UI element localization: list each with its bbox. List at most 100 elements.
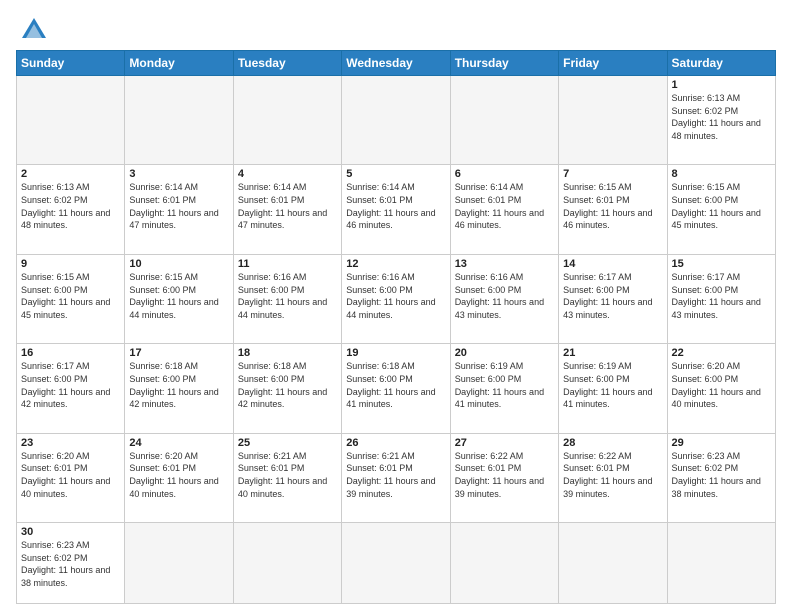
calendar-cell [17, 76, 125, 165]
day-number: 1 [672, 79, 771, 91]
calendar-cell: 10Sunrise: 6:15 AM Sunset: 6:00 PM Dayli… [125, 254, 233, 343]
col-header-monday: Monday [125, 51, 233, 76]
day-info: Sunrise: 6:19 AM Sunset: 6:00 PM Dayligh… [455, 360, 554, 410]
calendar-cell [450, 523, 558, 604]
day-info: Sunrise: 6:14 AM Sunset: 6:01 PM Dayligh… [129, 181, 228, 231]
day-info: Sunrise: 6:17 AM Sunset: 6:00 PM Dayligh… [563, 271, 662, 321]
day-info: Sunrise: 6:19 AM Sunset: 6:00 PM Dayligh… [563, 360, 662, 410]
calendar-table: SundayMondayTuesdayWednesdayThursdayFrid… [16, 50, 776, 604]
day-number: 6 [455, 168, 554, 180]
calendar-cell [342, 523, 450, 604]
col-header-thursday: Thursday [450, 51, 558, 76]
col-header-wednesday: Wednesday [342, 51, 450, 76]
calendar-cell: 2Sunrise: 6:13 AM Sunset: 6:02 PM Daylig… [17, 165, 125, 254]
day-info: Sunrise: 6:15 AM Sunset: 6:00 PM Dayligh… [21, 271, 120, 321]
calendar-cell: 27Sunrise: 6:22 AM Sunset: 6:01 PM Dayli… [450, 433, 558, 522]
day-info: Sunrise: 6:20 AM Sunset: 6:01 PM Dayligh… [21, 450, 120, 500]
day-number: 29 [672, 437, 771, 449]
day-number: 11 [238, 258, 337, 270]
day-number: 9 [21, 258, 120, 270]
day-info: Sunrise: 6:13 AM Sunset: 6:02 PM Dayligh… [672, 92, 771, 142]
day-number: 18 [238, 347, 337, 359]
calendar-week-row: 1Sunrise: 6:13 AM Sunset: 6:02 PM Daylig… [17, 76, 776, 165]
day-info: Sunrise: 6:14 AM Sunset: 6:01 PM Dayligh… [238, 181, 337, 231]
day-number: 2 [21, 168, 120, 180]
calendar-week-row: 2Sunrise: 6:13 AM Sunset: 6:02 PM Daylig… [17, 165, 776, 254]
day-info: Sunrise: 6:23 AM Sunset: 6:02 PM Dayligh… [672, 450, 771, 500]
calendar-cell: 8Sunrise: 6:15 AM Sunset: 6:00 PM Daylig… [667, 165, 775, 254]
day-info: Sunrise: 6:16 AM Sunset: 6:00 PM Dayligh… [346, 271, 445, 321]
calendar-cell [450, 76, 558, 165]
day-info: Sunrise: 6:17 AM Sunset: 6:00 PM Dayligh… [21, 360, 120, 410]
day-number: 10 [129, 258, 228, 270]
day-info: Sunrise: 6:14 AM Sunset: 6:01 PM Dayligh… [346, 181, 445, 231]
page: SundayMondayTuesdayWednesdayThursdayFrid… [0, 0, 792, 612]
calendar-cell: 18Sunrise: 6:18 AM Sunset: 6:00 PM Dayli… [233, 344, 341, 433]
day-number: 17 [129, 347, 228, 359]
col-header-sunday: Sunday [17, 51, 125, 76]
calendar-cell: 9Sunrise: 6:15 AM Sunset: 6:00 PM Daylig… [17, 254, 125, 343]
day-info: Sunrise: 6:13 AM Sunset: 6:02 PM Dayligh… [21, 181, 120, 231]
day-info: Sunrise: 6:22 AM Sunset: 6:01 PM Dayligh… [563, 450, 662, 500]
day-number: 5 [346, 168, 445, 180]
calendar-cell [125, 523, 233, 604]
logo-icon [20, 16, 48, 44]
day-info: Sunrise: 6:20 AM Sunset: 6:00 PM Dayligh… [672, 360, 771, 410]
day-info: Sunrise: 6:18 AM Sunset: 6:00 PM Dayligh… [238, 360, 337, 410]
day-info: Sunrise: 6:15 AM Sunset: 6:00 PM Dayligh… [129, 271, 228, 321]
calendar-cell [233, 76, 341, 165]
day-number: 20 [455, 347, 554, 359]
day-number: 4 [238, 168, 337, 180]
day-info: Sunrise: 6:18 AM Sunset: 6:00 PM Dayligh… [129, 360, 228, 410]
day-number: 30 [21, 526, 120, 538]
calendar-cell: 16Sunrise: 6:17 AM Sunset: 6:00 PM Dayli… [17, 344, 125, 433]
calendar-cell: 7Sunrise: 6:15 AM Sunset: 6:01 PM Daylig… [559, 165, 667, 254]
day-number: 24 [129, 437, 228, 449]
calendar-cell [559, 76, 667, 165]
day-number: 21 [563, 347, 662, 359]
calendar-cell: 13Sunrise: 6:16 AM Sunset: 6:00 PM Dayli… [450, 254, 558, 343]
day-number: 27 [455, 437, 554, 449]
day-info: Sunrise: 6:22 AM Sunset: 6:01 PM Dayligh… [455, 450, 554, 500]
day-number: 15 [672, 258, 771, 270]
day-info: Sunrise: 6:21 AM Sunset: 6:01 PM Dayligh… [346, 450, 445, 500]
day-number: 3 [129, 168, 228, 180]
logo [16, 16, 48, 44]
col-header-saturday: Saturday [667, 51, 775, 76]
calendar-cell: 24Sunrise: 6:20 AM Sunset: 6:01 PM Dayli… [125, 433, 233, 522]
day-number: 19 [346, 347, 445, 359]
calendar-week-row: 23Sunrise: 6:20 AM Sunset: 6:01 PM Dayli… [17, 433, 776, 522]
calendar-week-row: 9Sunrise: 6:15 AM Sunset: 6:00 PM Daylig… [17, 254, 776, 343]
calendar-week-row: 16Sunrise: 6:17 AM Sunset: 6:00 PM Dayli… [17, 344, 776, 433]
calendar-cell [667, 523, 775, 604]
day-number: 13 [455, 258, 554, 270]
day-number: 28 [563, 437, 662, 449]
calendar-cell [233, 523, 341, 604]
calendar-cell: 25Sunrise: 6:21 AM Sunset: 6:01 PM Dayli… [233, 433, 341, 522]
calendar-week-row: 30Sunrise: 6:23 AM Sunset: 6:02 PM Dayli… [17, 523, 776, 604]
calendar-cell: 29Sunrise: 6:23 AM Sunset: 6:02 PM Dayli… [667, 433, 775, 522]
calendar-cell: 22Sunrise: 6:20 AM Sunset: 6:00 PM Dayli… [667, 344, 775, 433]
day-info: Sunrise: 6:15 AM Sunset: 6:01 PM Dayligh… [563, 181, 662, 231]
calendar-cell: 30Sunrise: 6:23 AM Sunset: 6:02 PM Dayli… [17, 523, 125, 604]
calendar-cell: 14Sunrise: 6:17 AM Sunset: 6:00 PM Dayli… [559, 254, 667, 343]
header [16, 12, 776, 44]
calendar-cell: 6Sunrise: 6:14 AM Sunset: 6:01 PM Daylig… [450, 165, 558, 254]
calendar-header-row: SundayMondayTuesdayWednesdayThursdayFrid… [17, 51, 776, 76]
calendar-cell: 20Sunrise: 6:19 AM Sunset: 6:00 PM Dayli… [450, 344, 558, 433]
day-info: Sunrise: 6:16 AM Sunset: 6:00 PM Dayligh… [238, 271, 337, 321]
calendar-cell: 4Sunrise: 6:14 AM Sunset: 6:01 PM Daylig… [233, 165, 341, 254]
calendar-cell: 28Sunrise: 6:22 AM Sunset: 6:01 PM Dayli… [559, 433, 667, 522]
col-header-friday: Friday [559, 51, 667, 76]
day-info: Sunrise: 6:16 AM Sunset: 6:00 PM Dayligh… [455, 271, 554, 321]
calendar-cell: 23Sunrise: 6:20 AM Sunset: 6:01 PM Dayli… [17, 433, 125, 522]
calendar-cell [125, 76, 233, 165]
day-number: 12 [346, 258, 445, 270]
day-info: Sunrise: 6:21 AM Sunset: 6:01 PM Dayligh… [238, 450, 337, 500]
day-number: 25 [238, 437, 337, 449]
day-number: 16 [21, 347, 120, 359]
calendar-cell [342, 76, 450, 165]
day-number: 7 [563, 168, 662, 180]
col-header-tuesday: Tuesday [233, 51, 341, 76]
calendar-cell: 26Sunrise: 6:21 AM Sunset: 6:01 PM Dayli… [342, 433, 450, 522]
